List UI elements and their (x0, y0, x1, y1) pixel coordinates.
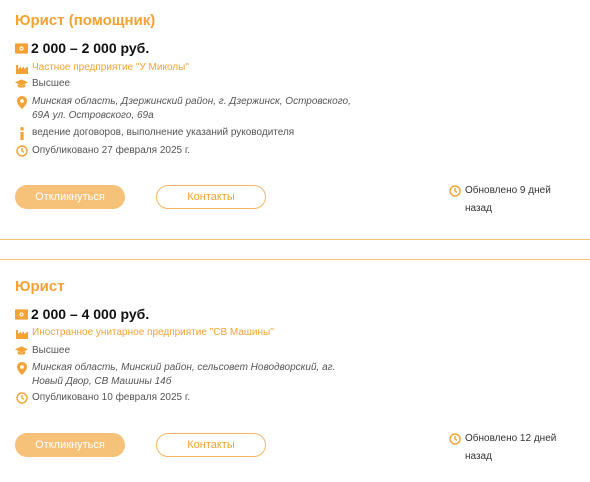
address-value: Минская область, Дзержинский район, г. Д… (32, 96, 351, 121)
apply-button[interactable]: Откликнуться (15, 185, 125, 209)
company-row: Частное предприятие "У Миколы" (15, 61, 189, 75)
published-value: Опубликовано 27 февраля 2025 г. (32, 145, 191, 156)
address-row: Минская область, Дзержинский район, г. Д… (15, 95, 352, 123)
updated-info: Обновлено 9 дней назад (448, 182, 575, 218)
description-row: ведение договоров, выполнение указаний р… (15, 126, 294, 140)
updated-value: Обновлено 9 дней назад (465, 185, 551, 214)
location-pin-icon (15, 95, 28, 109)
graduation-cap-icon (15, 77, 28, 91)
factory-icon (15, 326, 28, 340)
company-link[interactable]: Иностранное унитарное предприятие "СВ Ма… (32, 326, 274, 340)
money-icon (15, 41, 28, 55)
factory-icon (15, 61, 28, 75)
updated-info: Обновлено 12 дней назад (448, 430, 575, 466)
apply-button[interactable]: Откликнуться (15, 433, 125, 457)
company-link[interactable]: Частное предприятие "У Миколы" (32, 61, 189, 75)
salary-value: 2 000 – 2 000 руб. (31, 40, 150, 56)
clock-icon (448, 184, 461, 198)
vacancy-title[interactable]: Юрист (15, 278, 65, 295)
clock-icon (448, 432, 461, 446)
education-row: Высшее (15, 77, 70, 91)
published-row: Опубликовано 10 февраля 2025 г. (15, 391, 190, 405)
education-row: Высшее (15, 344, 70, 358)
clock-icon (15, 391, 28, 405)
money-icon (15, 307, 28, 321)
info-icon (15, 126, 28, 140)
updated-value: Обновлено 12 дней назад (465, 433, 557, 462)
contacts-button[interactable]: Контакты (156, 185, 266, 209)
contacts-button[interactable]: Контакты (156, 433, 266, 457)
clock-icon (15, 144, 28, 158)
published-value: Опубликовано 10 февраля 2025 г. (32, 392, 191, 403)
salary: 2 000 – 2 000 руб. (15, 40, 149, 56)
company-row: Иностранное унитарное предприятие "СВ Ма… (15, 326, 274, 340)
vacancy-card: Юрист 2 000 – 4 000 руб. Иностранное уни… (0, 260, 590, 482)
education-value: Высшее (32, 78, 71, 89)
salary-value: 2 000 – 4 000 руб. (31, 306, 150, 322)
vacancy-title[interactable]: Юрист (помощник) (15, 12, 155, 29)
vacancy-card: Юрист (помощник) 2 000 – 2 000 руб. Част… (0, 0, 590, 240)
divider (0, 239, 590, 240)
address-row: Минская область, Минский район, сельсове… (15, 361, 352, 389)
salary: 2 000 – 4 000 руб. (15, 306, 149, 322)
graduation-cap-icon (15, 344, 28, 358)
education-value: Высшее (32, 345, 71, 356)
location-pin-icon (15, 361, 28, 375)
address-value: Минская область, Минский район, сельсове… (32, 362, 336, 387)
description-value: ведение договоров, выполнение указаний р… (32, 127, 295, 138)
published-row: Опубликовано 27 февраля 2025 г. (15, 144, 190, 158)
